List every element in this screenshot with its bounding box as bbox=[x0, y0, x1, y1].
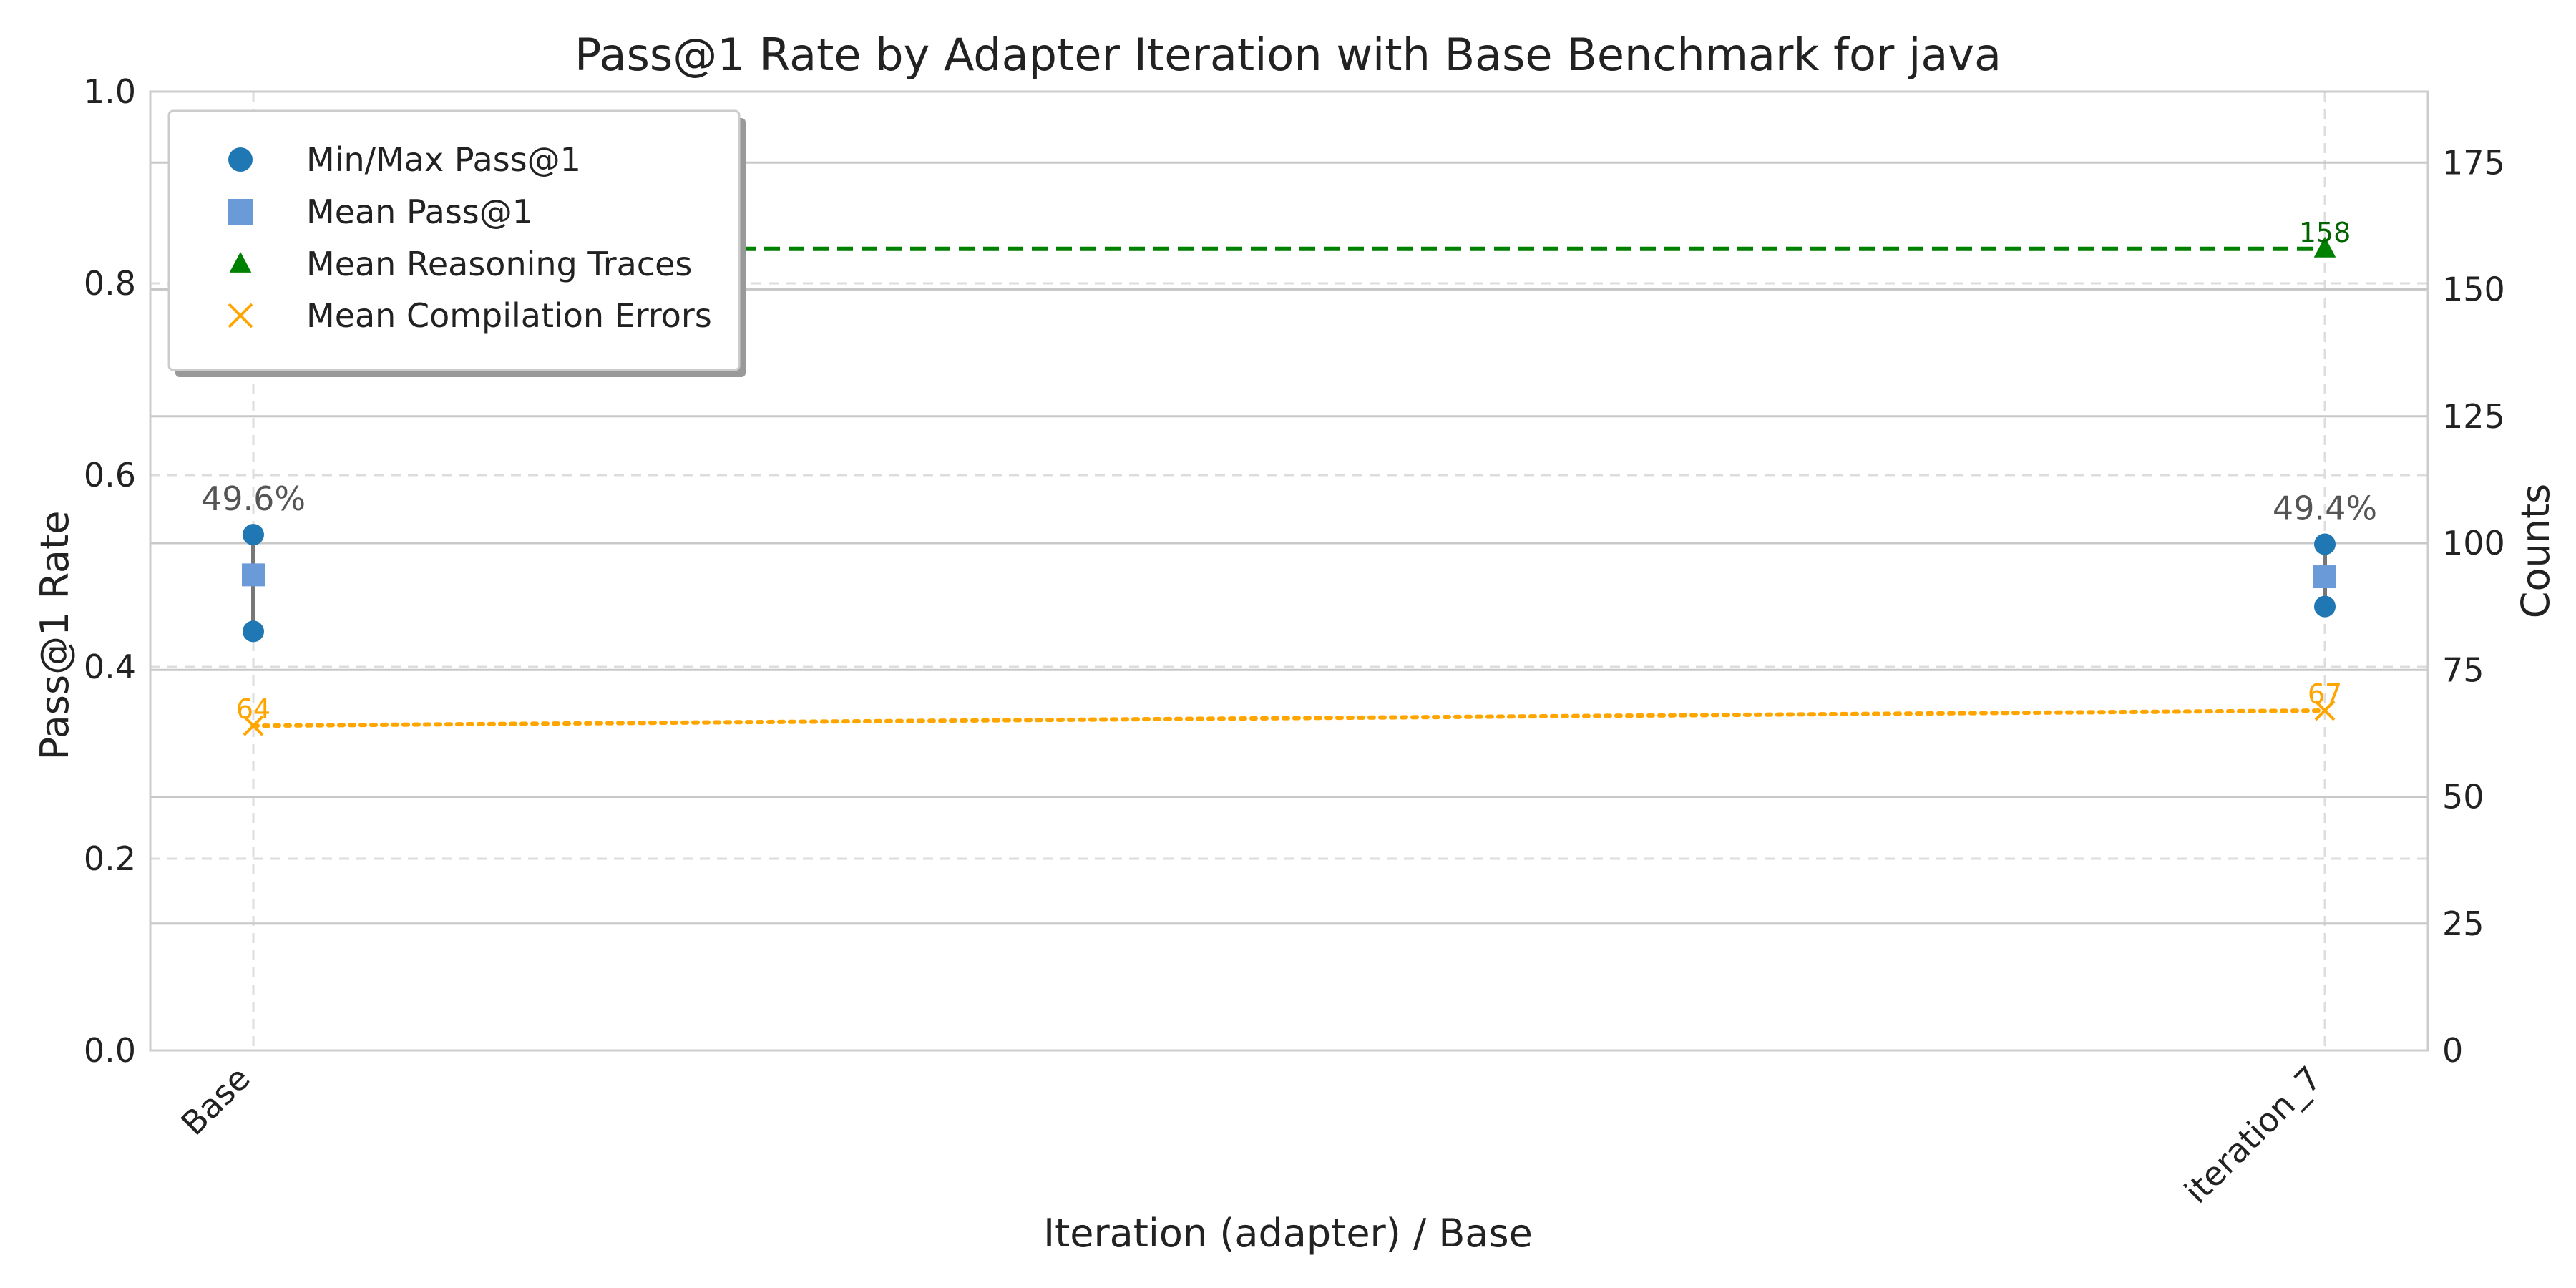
compilation-errors-line bbox=[251, 708, 2327, 728]
y-tick-label: 0.0 bbox=[84, 1031, 136, 1070]
x-tick-label: Base bbox=[173, 1059, 257, 1143]
y-tick-label: 0.6 bbox=[84, 456, 136, 494]
mean-point bbox=[2313, 565, 2336, 589]
mean-pass-label: 49.6% bbox=[201, 479, 306, 518]
legend-label: Mean Reasoning Traces bbox=[306, 245, 692, 283]
mean-point bbox=[242, 563, 265, 587]
max-point bbox=[243, 524, 264, 546]
legend-marker-mean bbox=[228, 199, 253, 225]
reasoning-traces-label: 158 bbox=[2299, 217, 2351, 248]
compilation-errors-label: 67 bbox=[2308, 678, 2342, 710]
y2-tick-label: 100 bbox=[2442, 524, 2505, 562]
chart: Pass@1 Rate by Adapter Iteration with Ba… bbox=[32, 29, 2558, 1256]
y2-tick-label: 150 bbox=[2442, 270, 2505, 309]
y-tick-label: 0.8 bbox=[84, 264, 136, 303]
legend-label: Mean Pass@1 bbox=[306, 192, 533, 231]
plot-area: 0.0 0.2 0.4 0.6 0.8 1.0 0 25 50 75 100 125 150 175 Bas… bbox=[84, 72, 2505, 1211]
compilation-errors-label: 64 bbox=[236, 693, 270, 725]
y2-tick-label: 125 bbox=[2442, 397, 2505, 436]
y2-tick-label: 175 bbox=[2442, 143, 2505, 182]
legend-label: Min/Max Pass@1 bbox=[306, 140, 581, 179]
y2-axis-label: Counts bbox=[2513, 484, 2558, 619]
y-tick-label: 0.4 bbox=[84, 648, 136, 686]
y-axis-label: Pass@1 Rate bbox=[32, 511, 77, 761]
legend-label: Mean Compilation Errors bbox=[306, 296, 712, 335]
legend: Min/Max Pass@1 Mean Pass@1 Mean Reasoning … bbox=[167, 109, 746, 377]
x-tick-label: iteration_7 bbox=[2177, 1059, 2329, 1211]
y-tick-label: 1.0 bbox=[84, 72, 136, 111]
mean-pass-label: 49.4% bbox=[2273, 489, 2377, 527]
y2-tick-label: 0 bbox=[2442, 1031, 2463, 1070]
chart-title: Pass@1 Rate by Adapter Iteration with Ba… bbox=[575, 29, 2001, 81]
y2-tick-label: 50 bbox=[2442, 778, 2484, 816]
min-point bbox=[2314, 595, 2336, 618]
max-point bbox=[2314, 533, 2336, 555]
x-axis-label: Iteration (adapter) / Base bbox=[1043, 1211, 1533, 1256]
legend-marker-min-max bbox=[228, 147, 253, 172]
y2-tick-label: 75 bbox=[2442, 650, 2484, 689]
min-point bbox=[243, 620, 264, 643]
y-tick-label: 0.2 bbox=[84, 839, 136, 878]
y2-tick-label: 25 bbox=[2442, 904, 2484, 943]
